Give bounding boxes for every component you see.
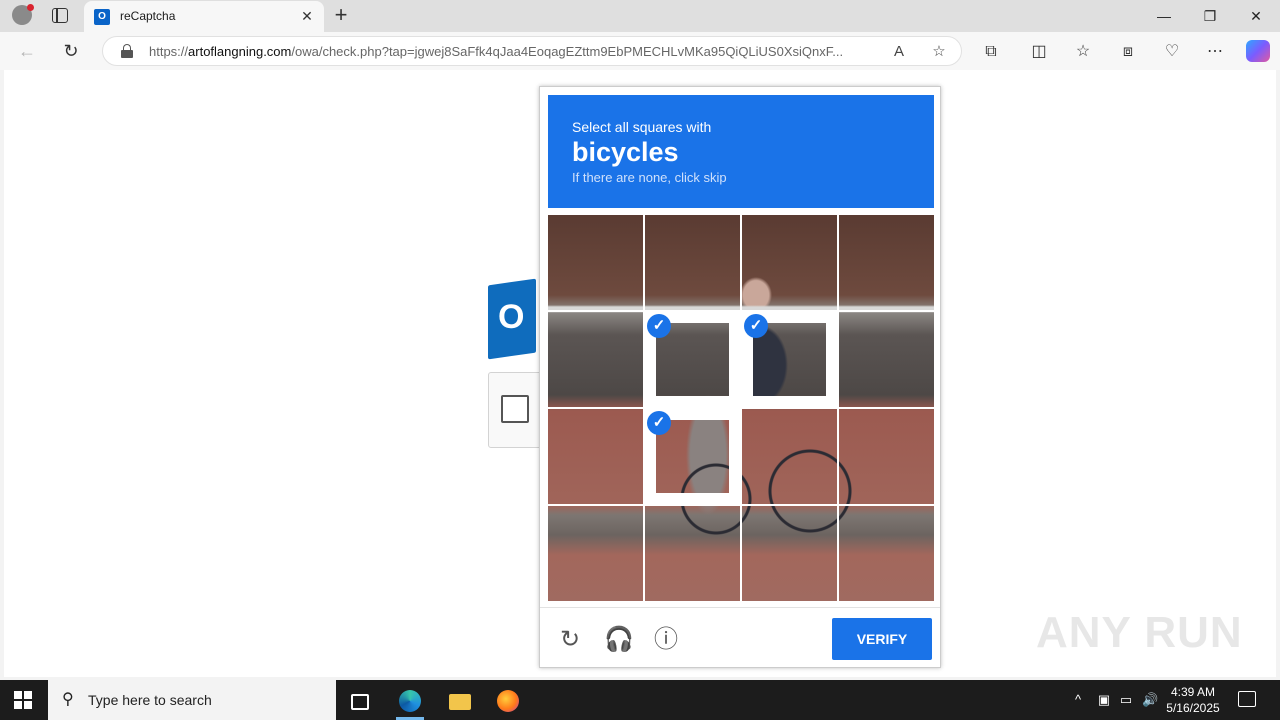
captcha-tile-selected[interactable]: ✓: [742, 312, 837, 407]
volume-icon[interactable]: 🔊: [1142, 692, 1158, 708]
selected-check-icon: ✓: [744, 314, 768, 338]
read-aloud-icon[interactable]: A: [889, 42, 909, 62]
outlook-logo: O: [488, 278, 540, 360]
browser-essentials-icon[interactable]: ♡: [1161, 41, 1183, 63]
captcha-checkbox[interactable]: [501, 395, 529, 423]
captcha-tile[interactable]: [742, 215, 837, 310]
reload-icon[interactable]: ↻: [556, 626, 584, 654]
windows-start-icon[interactable]: [14, 691, 32, 709]
captcha-tile[interactable]: [645, 215, 740, 310]
search-icon: ⚲: [62, 691, 74, 708]
captcha-footer: ↻ 🎧 ⓘ VERIFY: [540, 607, 940, 667]
audio-challenge-icon[interactable]: 🎧: [604, 626, 634, 654]
clock[interactable]: 4:39 AM 5/16/2025: [1160, 684, 1226, 716]
info-icon[interactable]: ⓘ: [652, 626, 680, 654]
restore-icon[interactable]: ❐: [1200, 6, 1220, 26]
anyrun-watermark: ANY RUN: [1036, 608, 1243, 657]
captcha-target: bicycles: [572, 137, 679, 167]
file-explorer-icon[interactable]: [436, 684, 484, 720]
network-icon[interactable]: ▭: [1118, 692, 1134, 708]
tab-actions-icon[interactable]: [52, 7, 68, 23]
clock-time: 4:39 AM: [1170, 685, 1216, 699]
tab-close-icon[interactable]: ✕: [298, 7, 316, 25]
tab-recaptcha[interactable]: O reCaptcha ✕: [84, 1, 324, 32]
favorites-icon[interactable]: ☆: [1072, 41, 1094, 63]
captcha-skip-hint: If there are none, click skip: [572, 170, 727, 185]
captcha-tile-selected[interactable]: ✓: [645, 409, 740, 504]
notification-dot-icon: [27, 4, 34, 11]
url-text: https://artoflangning.com/owa/check.php?…: [149, 44, 844, 59]
refresh-icon[interactable]: ↻: [60, 40, 82, 62]
captcha-tile-selected[interactable]: ✓: [645, 312, 740, 407]
captcha-tile[interactable]: [839, 506, 934, 601]
tray-chevron-icon[interactable]: ^: [1070, 692, 1086, 708]
edge-taskbar-icon[interactable]: [386, 684, 434, 720]
captcha-tile[interactable]: [742, 409, 837, 504]
firefox-icon[interactable]: [484, 684, 532, 720]
search-placeholder: Type here to search: [88, 692, 212, 708]
captcha-tile[interactable]: [548, 506, 643, 601]
tab-bar: O reCaptcha ✕ + — ❐ ✕: [0, 0, 1280, 32]
captcha-tile[interactable]: [548, 312, 643, 407]
clock-date: 5/16/2025: [1166, 701, 1220, 715]
minimize-icon[interactable]: —: [1154, 6, 1174, 26]
tab-title: reCaptcha: [120, 9, 176, 23]
favorite-star-icon[interactable]: ☆: [929, 42, 949, 62]
selected-check-icon: ✓: [647, 314, 671, 338]
captcha-tile[interactable]: [839, 312, 934, 407]
notification-center-icon[interactable]: [1238, 691, 1256, 707]
captcha-header: Select all squares with bicycles If ther…: [548, 95, 934, 208]
split-screen-icon[interactable]: ◫: [1028, 41, 1050, 63]
outlook-favicon-icon: O: [94, 9, 110, 25]
lock-icon[interactable]: [121, 44, 133, 58]
collections-icon[interactable]: ⧈: [1117, 41, 1139, 63]
captcha-tile[interactable]: [839, 409, 934, 504]
captcha-tile[interactable]: [548, 409, 643, 504]
captcha-image-grid: ✓ ✓ ✓: [548, 215, 934, 601]
captcha-tile[interactable]: [742, 506, 837, 601]
verify-button[interactable]: VERIFY: [832, 618, 932, 660]
captcha-challenge: Select all squares with bicycles If ther…: [539, 86, 941, 668]
selected-check-icon: ✓: [647, 411, 671, 435]
more-menu-icon[interactable]: ⋯: [1204, 41, 1226, 63]
back-icon[interactable]: ←: [16, 40, 38, 62]
task-view-icon[interactable]: [336, 684, 384, 720]
extensions-icon[interactable]: ⧉: [980, 41, 1002, 63]
copilot-icon[interactable]: [1246, 40, 1270, 62]
browser-toolbar: ← ↻ https://artoflangning.com/owa/check.…: [0, 32, 1280, 70]
taskbar: ⚲ Type here to search ^ ▣ ▭ 🔊 4:39 AM 5/…: [0, 680, 1280, 720]
tray-security-icon[interactable]: ▣: [1096, 692, 1112, 708]
captcha-tile[interactable]: [839, 215, 934, 310]
close-window-icon[interactable]: ✕: [1246, 6, 1266, 26]
captcha-tile[interactable]: [645, 506, 740, 601]
taskbar-search[interactable]: ⚲ Type here to search: [48, 680, 336, 720]
new-tab-icon[interactable]: +: [330, 4, 352, 26]
captcha-tile[interactable]: [548, 215, 643, 310]
captcha-instruction: Select all squares with: [572, 119, 712, 135]
address-bar[interactable]: https://artoflangning.com/owa/check.php?…: [102, 36, 962, 66]
